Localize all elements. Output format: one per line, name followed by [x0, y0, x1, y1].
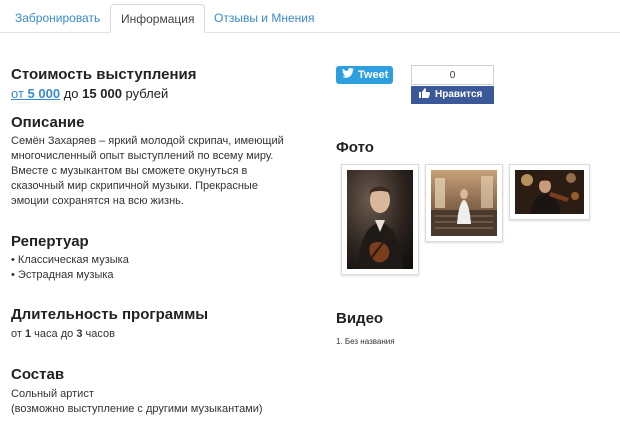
tweet-label: Tweet [358, 69, 389, 81]
description-line: Семён Захаряев – яркий молодой скрипач, … [11, 135, 284, 147]
repertoire-list: • Классическая музыка • Эстрадная музыка [11, 253, 129, 283]
lineup-line: (возможно выступление с другими музыкант… [11, 403, 263, 415]
photo-thumbnail-3[interactable] [509, 164, 590, 220]
repertoire-heading: Репертуар [11, 233, 89, 250]
photo-image [431, 170, 497, 236]
thumbs-up-icon [419, 86, 430, 104]
tab-reviews[interactable]: Отзывы и Мнения [214, 11, 314, 25]
price-to-value: 15 000 [82, 86, 122, 101]
price-from-link[interactable]: от 5 000 [11, 86, 60, 101]
tab-book[interactable]: Забронировать [15, 11, 100, 25]
duration-heading: Длительность программы [11, 306, 209, 323]
tab-bar: Забронировать Информация Отзывы и Мнения [0, 0, 620, 33]
repertoire-item: • Эстрадная музыка [11, 269, 114, 281]
description-line: сказочный мир скрипичной музыки. Прекрас… [11, 180, 258, 192]
price-currency: рублей [125, 86, 169, 101]
tab-divider [0, 32, 620, 33]
like-button[interactable]: Нравится [411, 86, 494, 104]
description-line: эмоции сохранятся на всю жизнь. [11, 195, 184, 207]
price-to-word: до [63, 86, 79, 101]
photos-heading: Фото [336, 139, 374, 156]
photo-image [347, 170, 413, 269]
twitter-bird-icon [342, 66, 354, 84]
repertoire-item: • Классическая музыка [11, 254, 129, 266]
video-item[interactable]: 1. Без названия [336, 336, 395, 348]
photo-thumbnail-1[interactable] [341, 164, 419, 275]
lineup-text: Сольный артист (возможно выступление с д… [11, 387, 263, 417]
lineup-line: Сольный артист [11, 388, 94, 400]
video-list: 1. Без названия [336, 336, 395, 348]
like-label: Нравится [435, 89, 483, 100]
photo-image [515, 170, 584, 214]
description-heading: Описание [11, 114, 85, 131]
price-range: от 5 000 до 15 000 рублей [11, 86, 168, 101]
tab-info[interactable]: Информация [110, 4, 206, 33]
photo-thumbnail-2[interactable] [425, 164, 503, 242]
description-text: Семён Захаряев – яркий молодой скрипач, … [11, 134, 284, 209]
price-heading: Стоимость выступления [11, 66, 197, 83]
duration-text: от 1 часа до 3 часов [11, 328, 115, 340]
tweet-button[interactable]: Tweet [336, 66, 393, 84]
video-heading: Видео [336, 310, 384, 327]
description-line: многочисленный опыт выступлений по всему… [11, 150, 274, 162]
like-count: 0 [411, 65, 494, 85]
description-line: Вместе с музыкантом вы сможете окунуться… [11, 165, 248, 177]
lineup-heading: Состав [11, 366, 65, 383]
